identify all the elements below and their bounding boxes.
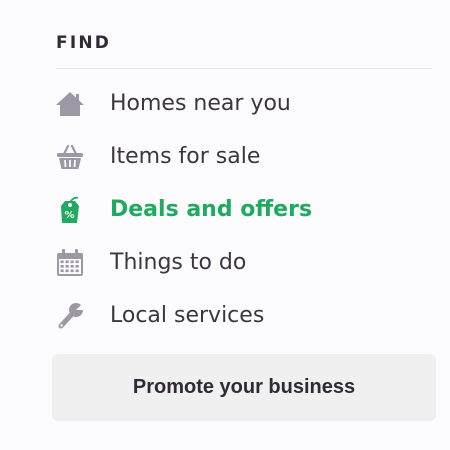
divider [56,68,432,69]
home-icon [52,86,88,122]
nav-item-items-for-sale[interactable]: Items for sale [52,130,312,183]
find-panel: FIND Homes near you Items for sale % Dea… [0,0,450,450]
nav-label-things-to-do: Things to do [110,250,247,275]
nav-label-local-services: Local services [110,303,265,328]
calendar-icon [52,245,88,281]
section-title: FIND [56,33,112,53]
find-nav-list: Homes near you Items for sale % Deals an… [52,77,312,342]
price-tag-icon: % [52,192,88,228]
basket-icon [52,139,88,175]
nav-item-things-to-do[interactable]: Things to do [52,236,312,289]
promote-business-button[interactable]: Promote your business [52,354,436,421]
nav-label-homes: Homes near you [110,91,291,116]
nav-item-deals[interactable]: % Deals and offers [52,183,312,236]
nav-item-local-services[interactable]: Local services [52,289,312,342]
nav-label-items-for-sale: Items for sale [110,144,261,169]
svg-text:%: % [64,210,74,221]
wrench-icon [52,298,88,334]
nav-item-homes[interactable]: Homes near you [52,77,312,130]
nav-label-deals: Deals and offers [110,197,313,222]
